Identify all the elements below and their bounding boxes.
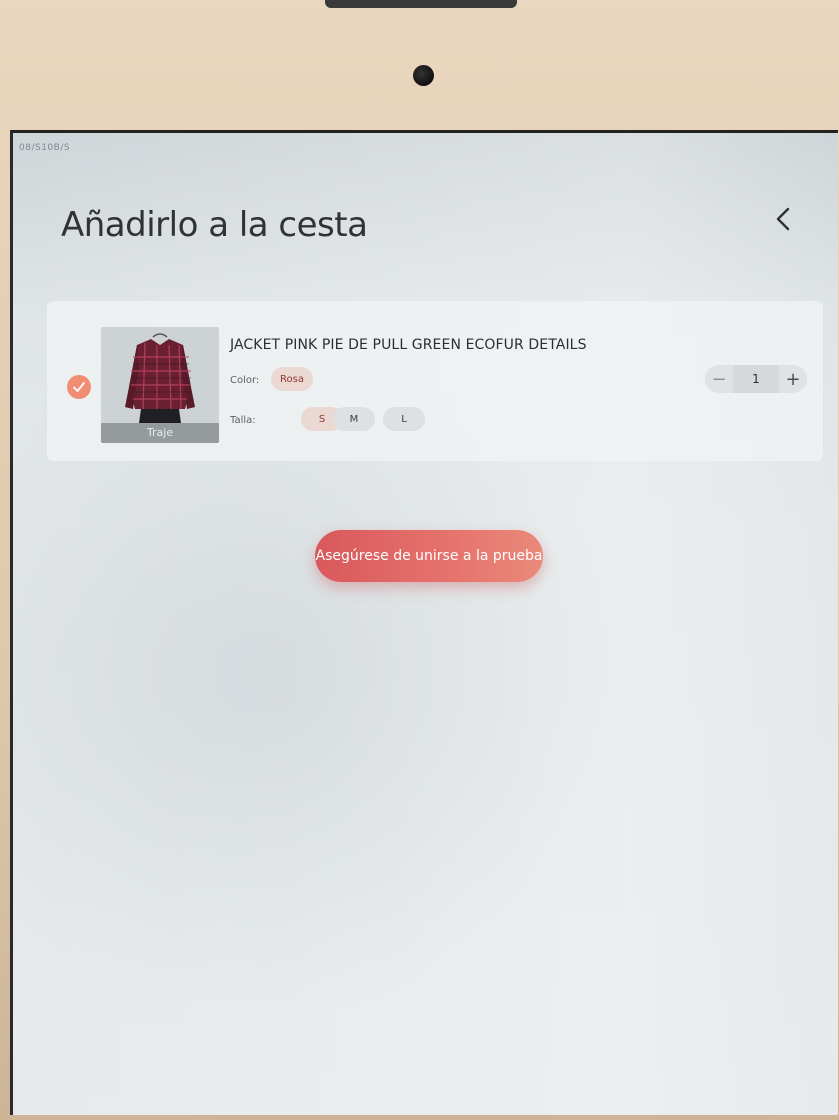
back-button[interactable]: [765, 201, 801, 237]
item-select-checkbox[interactable]: [67, 375, 91, 399]
quantity-decrease-button[interactable]: −: [705, 365, 733, 393]
join-fitting-button[interactable]: Asegúrese de unirse a la prueba: [315, 530, 543, 582]
chevron-left-icon: [776, 207, 790, 231]
size-option-l[interactable]: L: [383, 407, 425, 431]
quantity-increase-button[interactable]: +: [779, 365, 807, 393]
kiosk-screen: 08/S10B/S Añadirlo a la cesta Traje JACK…: [10, 130, 838, 1115]
device-top-slot: [325, 0, 517, 8]
cart-item-card: Traje JACKET PINK PIE DE PULL GREEN ECOF…: [47, 301, 823, 461]
product-image[interactable]: Traje: [101, 327, 219, 443]
color-option-rosa[interactable]: Rosa: [271, 367, 313, 391]
size-label: Talla:: [230, 415, 256, 426]
check-icon: [73, 382, 85, 392]
product-name: JACKET PINK PIE DE PULL GREEN ECOFUR DET…: [230, 337, 587, 353]
quantity-stepper: − 1 +: [705, 365, 807, 393]
color-label: Color:: [230, 375, 260, 386]
camera-icon: [413, 65, 434, 86]
page-title: Añadirlo a la cesta: [61, 205, 368, 245]
screen-reflection: [13, 133, 838, 1115]
product-image-caption: Traje: [101, 423, 219, 443]
quantity-value: 1: [733, 365, 779, 393]
status-text: 08/S10B/S: [19, 143, 71, 153]
size-option-m[interactable]: M: [333, 407, 375, 431]
